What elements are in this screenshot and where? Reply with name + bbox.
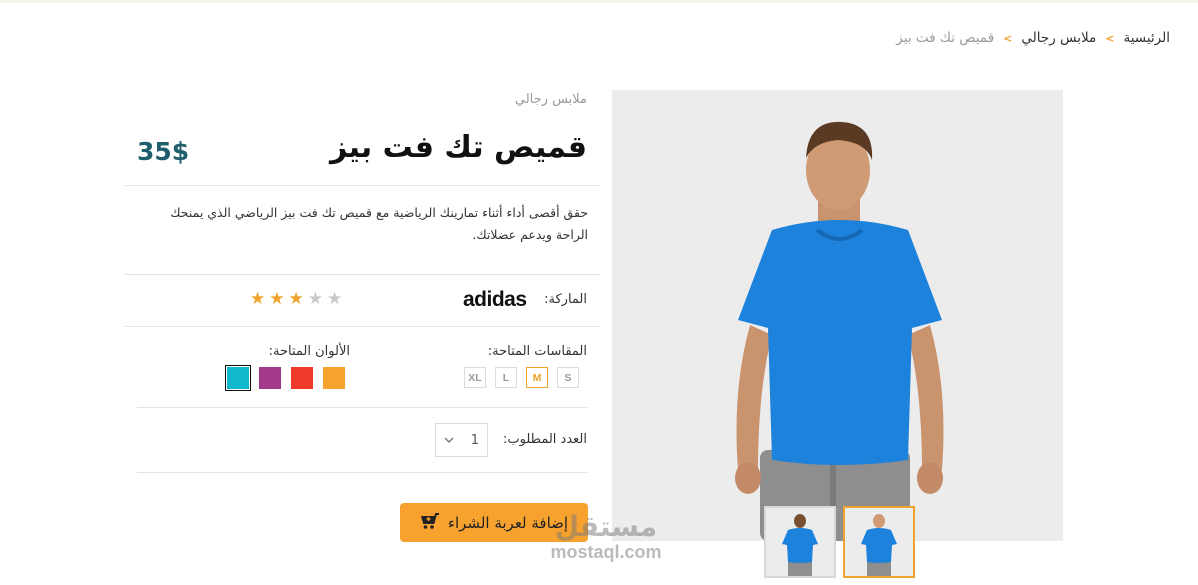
brand-label: الماركة: (544, 292, 587, 307)
add-to-cart-label: إضافة لعربة الشراء (447, 513, 569, 532)
breadcrumb-separator: > (1003, 31, 1013, 45)
divider (137, 472, 587, 473)
color-swatch[interactable] (259, 367, 281, 389)
breadcrumb: الرئيسية > ملابس رجالي > قميص تك فت بيز (896, 30, 1170, 46)
color-swatch[interactable] (291, 367, 313, 389)
chevron-down-icon (444, 437, 454, 444)
divider (124, 185, 600, 186)
brand-logo: adidas (463, 288, 527, 311)
product-category: ملابس رجالي (514, 92, 587, 107)
breadcrumb-current: قميص تك فت بيز (896, 30, 995, 46)
color-swatch[interactable] (323, 367, 345, 389)
star-icon: ★ (269, 289, 285, 309)
quantity-select[interactable]: 1 (435, 423, 488, 457)
star-icon: ★ (327, 289, 343, 309)
top-border (0, 0, 1198, 3)
quantity-value: 1 (470, 432, 479, 448)
thumbnail-image (782, 514, 818, 576)
add-to-cart-button[interactable]: إضافة لعربة الشراء (400, 503, 588, 542)
star-icon: ★ (288, 289, 304, 309)
rating-stars: ★ ★ ★ ★ ★ (250, 289, 342, 309)
thumbnail-image (861, 514, 897, 576)
breadcrumb-category-link[interactable]: ملابس رجالي (1021, 30, 1096, 46)
model-photo (735, 121, 944, 541)
product-price: 35$ (137, 137, 190, 166)
breadcrumb-home-link[interactable]: الرئيسية (1124, 30, 1171, 46)
divider (137, 407, 587, 408)
divider (124, 326, 600, 327)
thumbnail-back[interactable] (764, 506, 836, 578)
color-swatch[interactable] (225, 365, 251, 391)
star-icon: ★ (307, 289, 323, 309)
size-option-s[interactable]: S (557, 367, 579, 388)
product-main-image (612, 90, 1063, 541)
product-title: قميص تك فت بيز (329, 130, 587, 165)
breadcrumb-separator: > (1105, 31, 1115, 45)
colors-label: الألوان المتاحة: (268, 344, 350, 359)
quantity-label: العدد المطلوب: (503, 432, 587, 447)
color-options (225, 365, 345, 391)
size-options: XL L M S (464, 367, 579, 388)
watermark-latin: mostaql.com (550, 542, 662, 562)
divider (124, 274, 600, 275)
cart-icon (420, 512, 440, 534)
thumbnail-front[interactable] (843, 506, 915, 578)
size-option-l[interactable]: L (495, 367, 517, 388)
size-option-m[interactable]: M (526, 367, 548, 388)
size-option-xl[interactable]: XL (464, 367, 486, 388)
product-description: حقق أقصى أداء أثناء تمارينك الرياضية مع … (170, 205, 588, 242)
star-icon: ★ (250, 289, 266, 309)
sizes-label: المقاسات المتاحة: (487, 344, 587, 359)
